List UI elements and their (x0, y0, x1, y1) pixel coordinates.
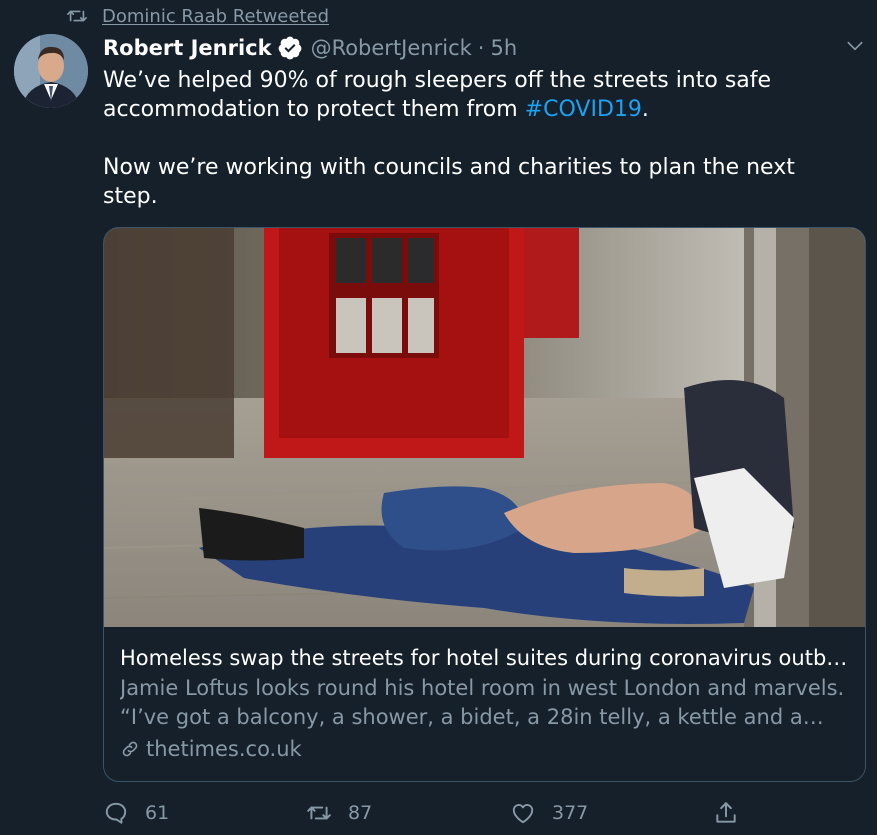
tweet-text: We’ve helped 90% of rough sleepers off t… (103, 66, 853, 211)
like-count: 377 (552, 802, 589, 824)
card-title[interactable]: Homeless swap the streets for hotel suit… (120, 643, 850, 673)
tweet-paragraph-1: We’ve helped 90% of rough sleepers off t… (103, 66, 853, 124)
tweet-text-part: . (641, 97, 649, 122)
author-name[interactable]: Robert Jenrick (103, 36, 272, 60)
link-preview-card[interactable]: Homeless swap the streets for hotel suit… (103, 227, 866, 782)
tweet-text-part: We’ve helped 90% of rough sleepers off t… (103, 68, 772, 122)
reply-icon (103, 800, 129, 826)
retweeted-by-link[interactable]: Dominic Raab Retweeted (102, 6, 329, 27)
header-separator: · (477, 36, 485, 60)
heart-icon (510, 800, 536, 826)
card-domain-text: thetimes.co.uk (146, 737, 302, 761)
retweet-count: 87 (348, 802, 373, 824)
retweet-banner: Dominic Raab Retweeted (66, 5, 329, 27)
tweet-paragraph-2: Now we’re working with councils and char… (103, 155, 795, 209)
retweet-icon (306, 800, 332, 826)
verified-badge-icon (277, 35, 303, 61)
tweet-timestamp[interactable]: 5h (490, 36, 517, 60)
link-icon (120, 739, 140, 759)
author-handle[interactable]: @RobertJenrick (311, 36, 472, 60)
tweet-header: Robert Jenrick @RobertJenrick · 5h (103, 33, 517, 63)
reply-count: 61 (145, 802, 170, 824)
card-image[interactable] (104, 228, 865, 627)
retweet-icon (66, 5, 88, 27)
reply-button[interactable]: 61 (103, 797, 169, 829)
card-info: Homeless swap the streets for hotel suit… (120, 643, 850, 764)
more-options-chevron-down-icon[interactable] (843, 36, 867, 56)
tweet-action-bar: 61 87 377 (0, 797, 877, 829)
like-button[interactable]: 377 (510, 797, 588, 829)
share-icon (713, 800, 739, 826)
share-button[interactable] (713, 797, 739, 829)
card-domain: thetimes.co.uk (120, 734, 850, 764)
card-description: Jamie Loftus looks round his hotel room … (120, 676, 845, 729)
retweet-button[interactable]: 87 (306, 797, 372, 829)
avatar[interactable] (14, 34, 88, 108)
hashtag-link[interactable]: #COVID19 (525, 97, 642, 122)
